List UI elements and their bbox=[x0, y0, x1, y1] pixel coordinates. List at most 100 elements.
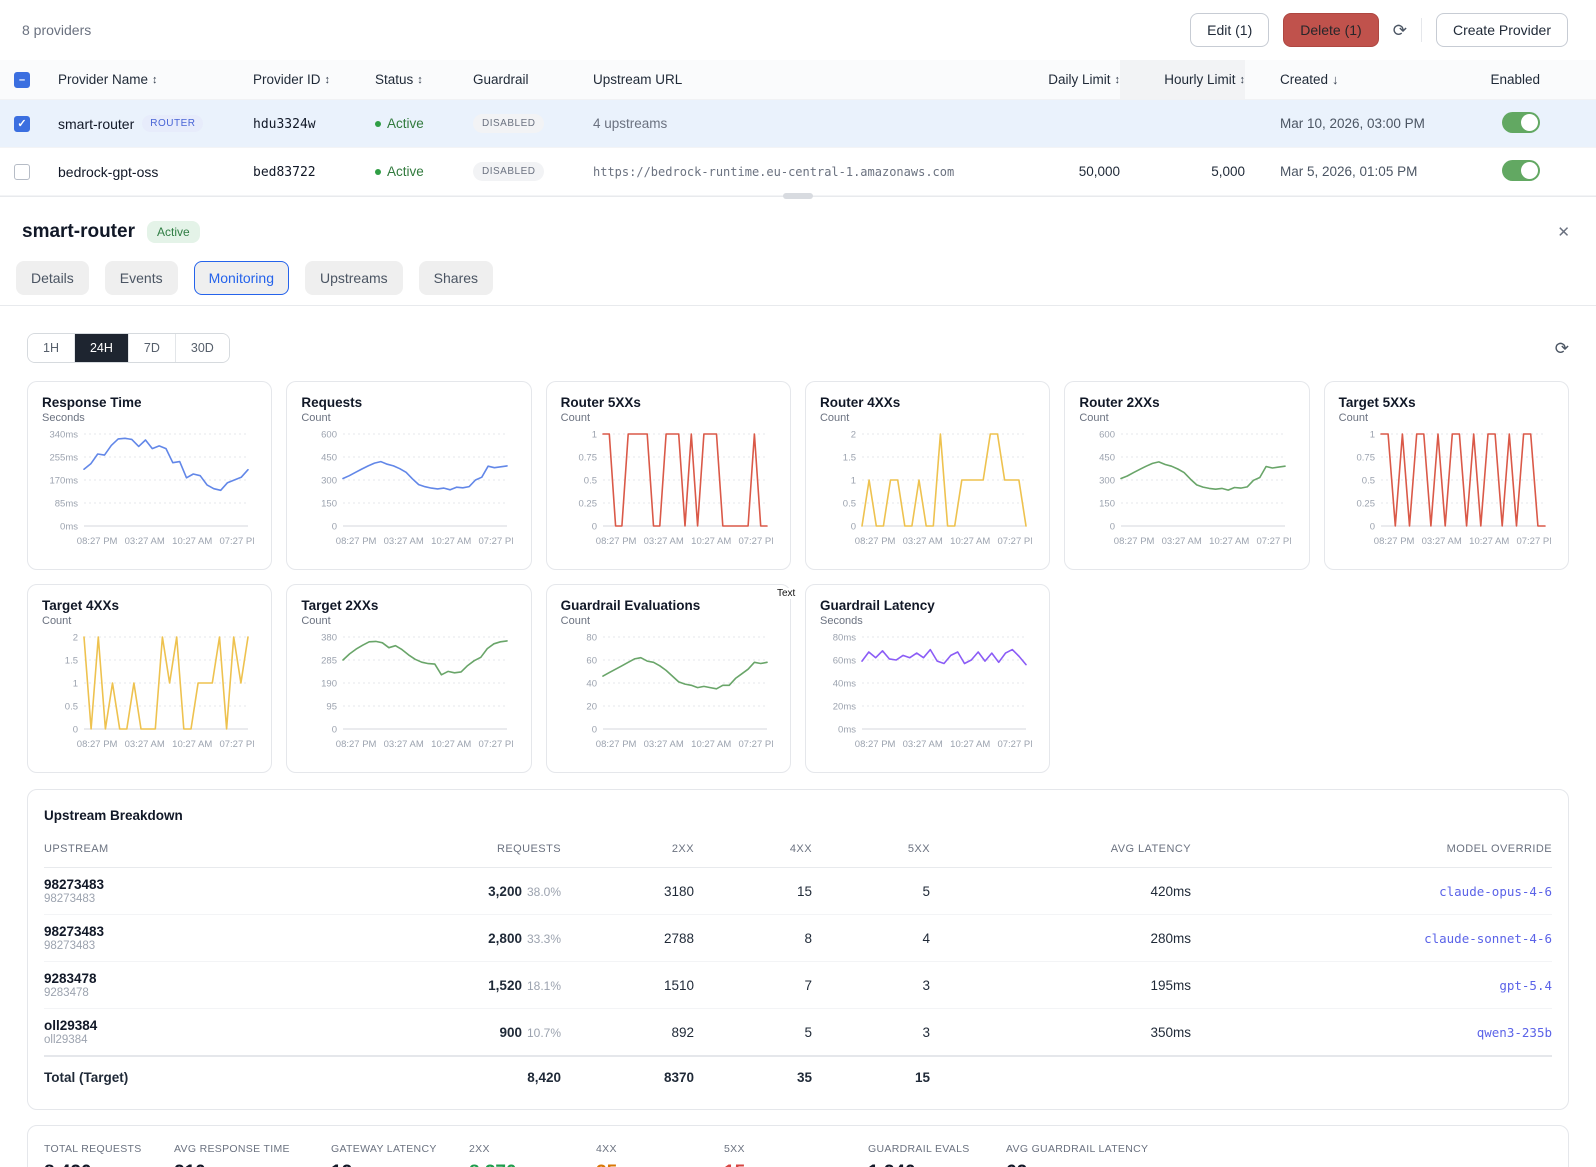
row-checkbox[interactable] bbox=[14, 163, 30, 180]
tab-monitoring[interactable]: Monitoring bbox=[193, 261, 289, 295]
create-provider-button[interactable]: Create Provider bbox=[1435, 13, 1568, 47]
svg-text:340ms: 340ms bbox=[49, 430, 78, 441]
chart-subtitle: Count bbox=[560, 412, 591, 424]
model-override-link[interactable]: claude-opus-4-6 bbox=[1439, 884, 1552, 899]
svg-text:10:27 AM: 10:27 AM bbox=[950, 536, 990, 547]
model-override-link[interactable]: gpt-5.4 bbox=[1499, 978, 1552, 993]
count-2xx: 1510 bbox=[561, 961, 694, 1009]
svg-text:0.25: 0.25 bbox=[1356, 499, 1375, 510]
provider-row-smart-router[interactable]: ✓ smart-router ROUTER hdu3324w Active DISABLE… bbox=[0, 100, 1596, 148]
sort-icon: ↕ bbox=[152, 73, 158, 86]
row-checkbox[interactable]: ✓ bbox=[14, 115, 30, 132]
count-4xx: 8 bbox=[694, 914, 812, 962]
chart-title: Target 2XXs bbox=[301, 598, 379, 613]
tab-events[interactable]: Events bbox=[104, 261, 178, 295]
panel-title: smart-router bbox=[22, 221, 135, 242]
breakdown-column-2xx: 2XX bbox=[561, 833, 694, 868]
svg-text:0: 0 bbox=[591, 522, 596, 533]
svg-text:150: 150 bbox=[321, 499, 337, 510]
time-range-row: 1H 24H 7D 30D ⟳ bbox=[27, 333, 1569, 363]
edit-button[interactable]: Edit (1) bbox=[1190, 13, 1270, 47]
svg-text:08:27 PM: 08:27 PM bbox=[855, 536, 896, 547]
svg-text:300: 300 bbox=[1099, 476, 1115, 487]
chart-refresh-icon[interactable]: ⟳ bbox=[1555, 340, 1569, 357]
provider-row-bedrock-gpt-oss[interactable]: bedrock-gpt-oss bed83722 Active DISABLED htt… bbox=[0, 148, 1596, 196]
count-4xx: 7 bbox=[694, 961, 812, 1009]
column-header-hourly-limit[interactable]: Hourly Limit ↕ bbox=[1120, 60, 1245, 99]
stat-label: AVG RESPONSE TIME bbox=[174, 1143, 290, 1155]
count-2xx: 3180 bbox=[561, 867, 694, 915]
count-4xx: 15 bbox=[694, 867, 812, 915]
panel-content: 1H 24H 7D 30D ⟳ Text Response Time Seconds 34… bbox=[0, 306, 1596, 1167]
svg-text:07:27 PM: 07:27 PM bbox=[1516, 536, 1551, 547]
stat-value: 210ms bbox=[174, 1162, 331, 1167]
svg-text:1: 1 bbox=[851, 476, 856, 487]
count-5xx: 3 bbox=[812, 961, 930, 1009]
tab-shares[interactable]: Shares bbox=[418, 261, 494, 295]
column-label: Provider Name bbox=[58, 72, 149, 87]
time-range-30d[interactable]: 30D bbox=[175, 334, 229, 362]
tab-details[interactable]: Details bbox=[16, 261, 89, 295]
column-header-enabled: Enabled bbox=[1450, 60, 1596, 99]
model-override-link[interactable]: claude-sonnet-4-6 bbox=[1424, 931, 1552, 946]
chart-title: Guardrail Latency bbox=[819, 598, 935, 613]
column-header-created[interactable]: Created ↓ bbox=[1245, 60, 1450, 99]
topbar: 8 providers Edit (1) Delete (1) ⟳ Create… bbox=[0, 0, 1596, 60]
panel-divider bbox=[0, 193, 1596, 199]
column-header-guardrail: Guardrail bbox=[473, 60, 593, 99]
time-range-24h[interactable]: 24H bbox=[74, 334, 129, 362]
chart-subtitle: Seconds bbox=[819, 615, 863, 627]
svg-text:60: 60 bbox=[586, 656, 597, 667]
svg-text:95: 95 bbox=[327, 702, 338, 713]
enabled-toggle[interactable] bbox=[1502, 159, 1540, 181]
resize-handle[interactable] bbox=[783, 193, 813, 199]
svg-text:08:27 PM: 08:27 PM bbox=[336, 739, 377, 750]
svg-text:08:27 PM: 08:27 PM bbox=[595, 739, 636, 750]
close-icon[interactable]: ✕ bbox=[1557, 223, 1570, 241]
total-2xx: 8370 bbox=[561, 1055, 694, 1095]
breakdown-column-avg-latency: AVG LATENCY bbox=[930, 833, 1191, 868]
provider-status: Active bbox=[375, 164, 473, 179]
model-override-link[interactable]: qwen3-235b bbox=[1477, 1025, 1552, 1040]
svg-text:0: 0 bbox=[591, 725, 596, 736]
svg-text:0: 0 bbox=[332, 725, 337, 736]
chart-plot-requests: 600 450 300 150 0 08:27 PM 03:27 AM 10:27 AM 07:… bbox=[321, 430, 519, 548]
svg-text:07:27 PM: 07:27 PM bbox=[479, 536, 514, 547]
column-header-provider-id[interactable]: Provider ID ↕ bbox=[253, 60, 375, 99]
time-range-7d[interactable]: 7D bbox=[128, 334, 176, 362]
breakdown-table: UPSTREAM REQUESTS 2XX 4XX 5XX AVG LATENCY MODE… bbox=[44, 833, 1552, 1095]
svg-text:0.5: 0.5 bbox=[1361, 476, 1374, 487]
delete-button[interactable]: Delete (1) bbox=[1283, 13, 1379, 47]
provider-id: bed83722 bbox=[253, 164, 316, 180]
svg-text:10:27 AM: 10:27 AM bbox=[1469, 536, 1509, 547]
summary-stats-card: TOTAL REQUESTS 8,420 AVG RESPONSE TIME 210m… bbox=[27, 1125, 1569, 1167]
stat-label: 5XX bbox=[724, 1143, 745, 1155]
column-header-provider-name[interactable]: Provider Name ↕ bbox=[58, 60, 253, 99]
chart-card-requests: Requests Count 600 450 300 150 0 08:27 PM 03:27 … bbox=[286, 381, 532, 570]
enabled-toggle[interactable] bbox=[1502, 111, 1540, 133]
avg-latency: 350ms bbox=[930, 1008, 1191, 1057]
column-header-daily-limit[interactable]: Daily Limit ↕ bbox=[1005, 60, 1120, 99]
svg-text:1.5: 1.5 bbox=[843, 453, 856, 464]
svg-text:08:27 PM: 08:27 PM bbox=[336, 536, 377, 547]
tab-upstreams[interactable]: Upstreams bbox=[304, 261, 403, 295]
column-header-upstream-url: Upstream URL bbox=[593, 60, 1005, 99]
column-header-status[interactable]: Status ↕ bbox=[375, 60, 473, 99]
svg-text:07:27 PM: 07:27 PM bbox=[219, 536, 254, 547]
select-all-checkbox[interactable]: – bbox=[14, 71, 30, 88]
refresh-icon[interactable]: ⟳ bbox=[1393, 22, 1407, 39]
stat-label: 4XX bbox=[596, 1143, 617, 1155]
requests-value: 2,800 bbox=[488, 930, 522, 946]
svg-text:1: 1 bbox=[591, 430, 596, 441]
stat-2xx: 2XX 8,370 bbox=[469, 1143, 596, 1167]
created-date: Mar 5, 2026, 01:05 PM bbox=[1280, 164, 1418, 179]
svg-text:80ms: 80ms bbox=[833, 633, 856, 644]
svg-text:10:27 AM: 10:27 AM bbox=[431, 536, 471, 547]
svg-text:85ms: 85ms bbox=[55, 499, 78, 510]
svg-text:10:27 AM: 10:27 AM bbox=[172, 536, 212, 547]
svg-text:0.75: 0.75 bbox=[578, 453, 597, 464]
breakdown-row-98273483: 98273483 98273483 3,200 38.0% 3180 15 5 420ms cl… bbox=[44, 867, 1552, 915]
column-label: Status bbox=[375, 72, 414, 87]
time-range-1h[interactable]: 1H bbox=[28, 334, 75, 362]
chart-title: Router 5XXs bbox=[560, 395, 641, 410]
